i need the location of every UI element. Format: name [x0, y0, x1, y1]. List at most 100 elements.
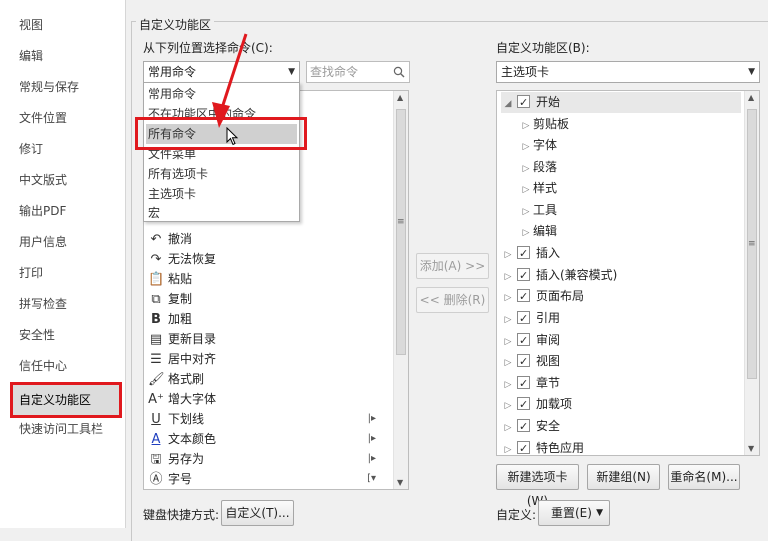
tab-checkbox[interactable] — [517, 308, 530, 329]
tab-checkbox[interactable] — [517, 286, 530, 307]
list-item[interactable]: 🖌 格式刷 — [148, 369, 388, 389]
list-item[interactable]: ↶ 撤消 — [148, 229, 388, 249]
list-item[interactable]: ▤ 更新目录 — [148, 329, 388, 349]
reset-button[interactable]: 重置(E) ▼ — [538, 500, 610, 526]
list-item[interactable]: A⁺ 增大字体 — [148, 389, 388, 409]
underline-icon: U — [151, 412, 161, 427]
tab-checkbox[interactable] — [517, 243, 530, 264]
sidebar-item-edit[interactable]: 编辑 — [10, 42, 122, 70]
collapsed-triangle-icon[interactable]: ▷ — [501, 310, 515, 331]
expanded-triangle-icon[interactable]: ◢ — [501, 94, 515, 115]
tree-item-tab[interactable]: ▷ 插入 — [501, 243, 560, 264]
sidebar-item-general-save[interactable]: 常规与保存 — [10, 73, 122, 101]
sidebar-item-spell-check[interactable]: 拼写检查 — [10, 290, 122, 318]
customize-shortcut-button[interactable]: 自定义(T)... — [221, 500, 294, 526]
ribbon-tree-scrollbar[interactable]: ▲ ≡ ▼ — [744, 91, 759, 455]
chevron-down-icon: ▼ — [748, 67, 755, 77]
collapsed-triangle-icon[interactable]: ▷ — [501, 245, 515, 266]
sidebar-item-security[interactable]: 安全性 — [10, 321, 122, 349]
collapsed-triangle-icon[interactable]: ▷ — [519, 116, 533, 137]
ribbon-tabs-combo[interactable]: 主选项卡 ▼ — [496, 61, 760, 83]
scroll-up-icon[interactable]: ▲ — [748, 93, 754, 102]
tree-item-tab[interactable]: ▷ 审阅 — [501, 330, 560, 351]
sidebar-item-view[interactable]: 视图 — [10, 11, 122, 39]
tree-item-tab[interactable]: ▷ 视图 — [501, 351, 560, 372]
collapsed-triangle-icon[interactable]: ▷ — [501, 418, 515, 439]
tab-checkbox[interactable] — [517, 92, 530, 113]
command-list-scrollbar[interactable]: ▲ ≡ ▼ — [393, 91, 408, 489]
collapsed-triangle-icon[interactable]: ▷ — [501, 396, 515, 417]
tree-item-home[interactable]: ◢ 开始 — [501, 92, 741, 113]
collapsed-triangle-icon[interactable]: ▷ — [519, 159, 533, 180]
sidebar-item-revision[interactable]: 修订 — [10, 135, 122, 163]
sidebar-item-quick-access-toolbar[interactable]: 快速访问工具栏 — [10, 415, 122, 443]
redo-icon: ↷ — [150, 252, 162, 267]
sidebar-item-print[interactable]: 打印 — [10, 259, 122, 287]
tree-item-group[interactable]: ▷ 样式 — [519, 178, 557, 199]
collapsed-triangle-icon[interactable]: ▷ — [519, 180, 533, 201]
customize-label: 自定义: — [496, 508, 537, 522]
tab-checkbox[interactable] — [517, 394, 530, 415]
tab-checkbox[interactable] — [517, 438, 530, 455]
list-item[interactable]: ↷ 无法恢复 — [148, 249, 388, 269]
scroll-up-icon[interactable]: ▲ — [397, 93, 403, 102]
tree-item-tab[interactable]: ▷ 安全 — [501, 416, 560, 437]
rename-button[interactable]: 重命名(M)... — [668, 464, 740, 490]
customize-ribbon-label: 自定义功能区(B): — [496, 41, 590, 55]
tree-item-tab[interactable]: ▷ 特色应用 — [501, 438, 584, 455]
tree-item-group[interactable]: ▷ 段落 — [519, 157, 557, 178]
list-item[interactable]: B 加粗 — [148, 309, 388, 329]
tab-checkbox[interactable] — [517, 351, 530, 372]
tree-item-group[interactable]: ▷ 字体 — [519, 135, 557, 156]
scroll-thumb[interactable] — [396, 109, 406, 355]
collapsed-triangle-icon[interactable]: ▷ — [501, 288, 515, 309]
tab-checkbox[interactable] — [517, 373, 530, 394]
grip-icon: ≡ — [748, 239, 756, 249]
tree-item-tab[interactable]: ▷ 章节 — [501, 373, 560, 394]
dropdown-option[interactable]: 宏 — [148, 203, 298, 223]
collapsed-triangle-icon[interactable]: ▷ — [501, 267, 515, 288]
collapsed-triangle-icon[interactable]: ▷ — [501, 440, 515, 455]
tree-item-group[interactable]: ▷ 剪贴板 — [519, 114, 569, 135]
new-tab-button[interactable]: 新建选项卡(W) — [496, 464, 579, 508]
list-item[interactable]: ☰ 居中对齐 — [148, 349, 388, 369]
list-item[interactable]: ⧉ 复制 — [148, 289, 388, 309]
collapsed-triangle-icon[interactable]: ▷ — [501, 332, 515, 353]
list-item-label: 复制 — [168, 292, 193, 306]
search-input[interactable]: 查找命令 — [306, 61, 410, 83]
remove-button[interactable]: << 删除(R) — [416, 287, 489, 313]
dropdown-option[interactable]: 所有选项卡 — [148, 164, 298, 184]
tree-item-label: 页面布局 — [536, 289, 585, 303]
list-item[interactable]: Ⓐ 字号 [▾ — [148, 469, 388, 489]
tab-checkbox[interactable] — [517, 416, 530, 437]
collapsed-triangle-icon[interactable]: ▷ — [519, 137, 533, 158]
tree-item-group[interactable]: ▷ 编辑 — [519, 221, 557, 242]
list-item[interactable]: U 下划线 |▸ — [148, 409, 388, 429]
list-item[interactable]: A 文本颜色 |▸ — [148, 429, 388, 449]
sidebar-item-output-pdf[interactable]: 输出PDF — [10, 197, 122, 225]
tree-item-tab[interactable]: ▷ 页面布局 — [501, 286, 584, 307]
sidebar-item-chinese-layout[interactable]: 中文版式 — [10, 166, 122, 194]
tree-item-group[interactable]: ▷ 工具 — [519, 200, 557, 221]
ribbon-tree[interactable]: ▲ ≡ ▼ ◢开始 ▷剪贴板 ▷字体 ▷段落 ▷样式 ▷工具 ▷编辑 ▷插入 ▷… — [496, 90, 760, 456]
collapsed-triangle-icon[interactable]: ▷ — [501, 353, 515, 374]
new-group-button[interactable]: 新建组(N) — [587, 464, 660, 490]
tree-item-tab[interactable]: ▷ 引用 — [501, 308, 560, 329]
scroll-down-icon[interactable]: ▼ — [397, 478, 403, 487]
list-item[interactable]: 📋 粘贴 — [148, 269, 388, 289]
collapsed-triangle-icon[interactable]: ▷ — [501, 375, 515, 396]
tree-item-tab[interactable]: ▷ 加载项 — [501, 394, 572, 415]
list-item[interactable]: 🖫 另存为 |▸ — [148, 449, 388, 469]
tree-item-tab[interactable]: ▷ 插入(兼容模式) — [501, 265, 618, 288]
tab-checkbox[interactable] — [517, 265, 530, 286]
sidebar-item-customize-ribbon[interactable]: 自定义功能区 — [10, 382, 122, 418]
tab-checkbox[interactable] — [517, 330, 530, 351]
sidebar-item-file-location[interactable]: 文件位置 — [10, 104, 122, 132]
collapsed-triangle-icon[interactable]: ▷ — [519, 223, 533, 244]
collapsed-triangle-icon[interactable]: ▷ — [519, 202, 533, 223]
sidebar-item-trust-center[interactable]: 信任中心 — [10, 352, 122, 380]
scroll-down-icon[interactable]: ▼ — [748, 444, 754, 453]
dropdown-option[interactable]: 主选项卡 — [148, 184, 298, 204]
sidebar-item-user-info[interactable]: 用户信息 — [10, 228, 122, 256]
add-button[interactable]: 添加(A) >> — [416, 253, 489, 279]
